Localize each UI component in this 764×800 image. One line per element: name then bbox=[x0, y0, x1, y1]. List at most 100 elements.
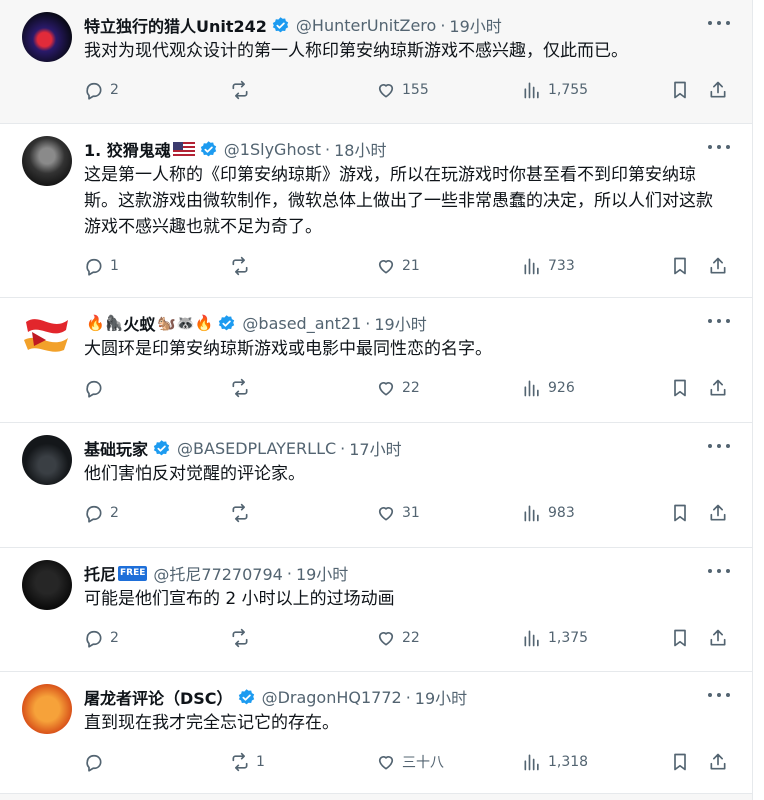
repost-button[interactable] bbox=[230, 628, 256, 648]
reply-button[interactable]: 2 bbox=[84, 503, 119, 523]
post-time[interactable]: 19小时 bbox=[415, 685, 467, 709]
share-button[interactable] bbox=[708, 256, 728, 276]
repost-count: 1 bbox=[256, 754, 265, 770]
views-button[interactable]: 1,375 bbox=[522, 628, 588, 648]
post[interactable]: 屠龙者评论（DSC） @DragonHQ1772 · 19小时 直到现在我才完全… bbox=[0, 672, 752, 794]
views-button[interactable]: 733 bbox=[522, 256, 575, 276]
display-name[interactable]: 特立独行的猎人Unit242 bbox=[84, 13, 267, 37]
repost-icon bbox=[232, 628, 248, 648]
post-time[interactable]: 17小时 bbox=[349, 436, 401, 460]
more-icon[interactable] bbox=[708, 437, 730, 455]
avatar[interactable] bbox=[22, 136, 72, 186]
us-flag-icon bbox=[172, 142, 195, 156]
bookmark-button[interactable] bbox=[670, 752, 690, 772]
post[interactable]: 托尼 FREE @托尼77270794 · 19小时 可能是他们宣布的 2 小时… bbox=[0, 548, 752, 672]
avatar[interactable] bbox=[22, 310, 72, 360]
reply-button[interactable]: 2 bbox=[84, 628, 119, 648]
more-icon[interactable] bbox=[708, 562, 730, 580]
name-emoji: 🔥🦍 bbox=[86, 314, 124, 332]
reply-button[interactable] bbox=[84, 752, 110, 772]
reply-icon bbox=[86, 505, 102, 523]
reply-count: 2 bbox=[110, 630, 119, 646]
user-handle[interactable]: @based_ant21 bbox=[242, 314, 361, 333]
post[interactable]: 基础玩家 @BASEDPLAYERLLC · 17小时 他们害怕反对觉醒的评论家… bbox=[0, 423, 752, 548]
bookmark-button[interactable] bbox=[670, 378, 690, 398]
like-button[interactable]: 31 bbox=[376, 503, 420, 523]
separator: · bbox=[324, 139, 331, 159]
like-button[interactable]: 155 bbox=[376, 80, 429, 100]
avatar[interactable] bbox=[22, 684, 72, 734]
more-icon[interactable] bbox=[708, 686, 730, 704]
post-header: 屠龙者评论（DSC） @DragonHQ1772 · 19小时 bbox=[84, 684, 736, 710]
avatar[interactable] bbox=[22, 560, 72, 610]
bookmark-button[interactable] bbox=[670, 256, 690, 276]
display-name[interactable]: 屠龙者评论（DSC） bbox=[84, 685, 233, 709]
reply-button[interactable] bbox=[84, 378, 110, 398]
reply-button[interactable]: 2 bbox=[84, 80, 119, 100]
post-time[interactable]: 19小时 bbox=[296, 561, 348, 585]
views-icon bbox=[524, 754, 539, 771]
display-name[interactable]: 托尼 bbox=[84, 561, 116, 585]
bookmark-icon bbox=[674, 81, 686, 99]
post[interactable]: 1. 狡猾鬼魂 @1SlyGhost · 18小时 这是第一人称的《印第安纳琼斯… bbox=[0, 124, 752, 298]
repost-button[interactable] bbox=[230, 256, 256, 276]
verified-icon bbox=[219, 314, 235, 330]
views-icon bbox=[524, 630, 539, 647]
views-button[interactable]: 926 bbox=[522, 378, 575, 398]
post-time[interactable]: 18小时 bbox=[334, 137, 386, 161]
post[interactable]: 特立独行的猎人Unit242 @HunterUnitZero · 19小时 我对… bbox=[0, 0, 752, 124]
repost-icon bbox=[232, 752, 248, 772]
repost-button[interactable] bbox=[230, 378, 256, 398]
display-name[interactable]: 火蚁 bbox=[123, 311, 155, 335]
more-icon[interactable] bbox=[708, 14, 730, 32]
post-header: 1. 狡猾鬼魂 @1SlyGhost · 18小时 bbox=[84, 136, 736, 162]
user-handle[interactable]: @BASEDPLAYERLLC bbox=[177, 439, 336, 458]
like-button[interactable]: 22 bbox=[376, 628, 420, 648]
avatar[interactable] bbox=[22, 435, 72, 485]
like-icon bbox=[378, 260, 394, 274]
bookmark-button[interactable] bbox=[670, 503, 690, 523]
user-handle[interactable]: @1SlyGhost bbox=[224, 140, 321, 159]
share-icon bbox=[710, 81, 726, 98]
share-button[interactable] bbox=[708, 503, 728, 523]
views-button[interactable]: 1,318 bbox=[522, 752, 588, 772]
verified-icon bbox=[272, 16, 289, 32]
repost-button[interactable] bbox=[230, 503, 256, 523]
more-icon[interactable] bbox=[708, 138, 730, 156]
user-handle[interactable]: @HunterUnitZero bbox=[296, 16, 436, 35]
repost-icon bbox=[232, 256, 248, 276]
share-button[interactable] bbox=[708, 80, 728, 100]
display-name[interactable]: 1. 狡猾鬼魂 bbox=[84, 137, 171, 161]
post-text: 可能是他们宣布的 2 小时以上的过场动画 bbox=[84, 589, 395, 609]
timeline-feed: 特立独行的猎人Unit242 @HunterUnitZero · 19小时 我对… bbox=[0, 0, 753, 800]
repost-icon bbox=[232, 503, 248, 523]
like-count: 22 bbox=[402, 380, 420, 396]
bookmark-button[interactable] bbox=[670, 80, 690, 100]
post[interactable]: 🔥🦍 火蚁 🐿️🦝🔥 @based_ant21 · 19小时 大圆环是印第安纳琼… bbox=[0, 298, 752, 423]
avatar[interactable] bbox=[22, 12, 72, 62]
post-time[interactable]: 19小时 bbox=[449, 13, 501, 37]
bookmark-button[interactable] bbox=[670, 628, 690, 648]
repost-button[interactable] bbox=[230, 80, 256, 100]
bookmark-icon bbox=[674, 257, 686, 275]
repost-button[interactable]: 1 bbox=[230, 752, 265, 772]
reply-button[interactable]: 1 bbox=[84, 256, 119, 276]
views-button[interactable]: 1,755 bbox=[522, 80, 588, 100]
like-button[interactable]: 21 bbox=[376, 256, 420, 276]
share-button[interactable] bbox=[708, 752, 728, 772]
verified-icon bbox=[200, 140, 216, 156]
post-actions: 2 155 1,755 bbox=[84, 64, 736, 116]
post-text: 直到现在我才完全忘记它的存在。 bbox=[84, 713, 339, 733]
like-button[interactable]: 三十八 bbox=[376, 752, 444, 772]
user-handle[interactable]: @DragonHQ1772 bbox=[262, 688, 402, 707]
share-button[interactable] bbox=[708, 378, 728, 398]
user-handle[interactable]: @托尼77270794 bbox=[153, 561, 282, 585]
share-button[interactable] bbox=[708, 628, 728, 648]
display-name[interactable]: 基础玩家 bbox=[84, 436, 148, 460]
like-button[interactable]: 22 bbox=[376, 378, 420, 398]
post-text: 这是第一人称的《印第安纳琼斯》游戏，所以在玩游戏时你甚至看不到印第安纳琼斯。这款… bbox=[84, 165, 713, 237]
post-time[interactable]: 19小时 bbox=[374, 311, 426, 335]
views-button[interactable]: 983 bbox=[522, 503, 575, 523]
more-icon[interactable] bbox=[708, 312, 730, 330]
views-icon bbox=[524, 505, 539, 522]
